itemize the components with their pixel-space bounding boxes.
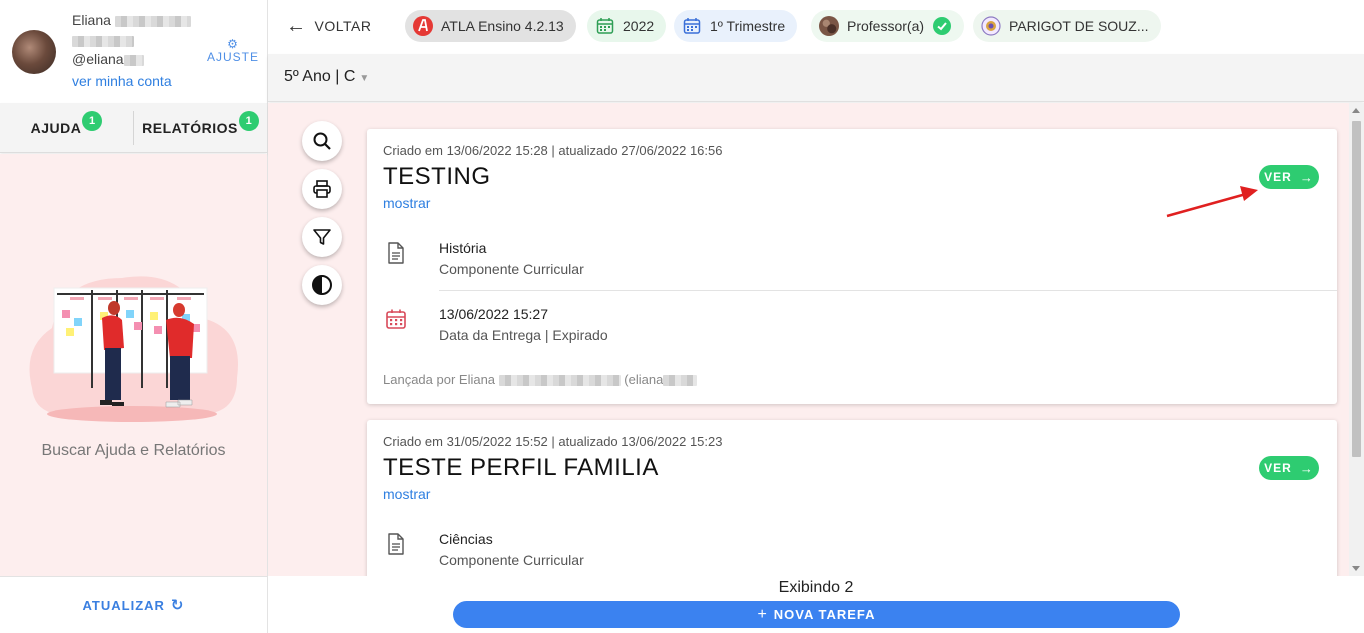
view-label: VER [1264,170,1292,184]
refresh-button[interactable]: ATUALIZAR ↻ [0,576,267,633]
help-area: Buscar Ajuda e Relatórios [0,154,267,576]
filter-icon [313,229,331,245]
due-date-row: 13/06/2022 15:27 Data da Entrega | Expir… [383,298,1323,358]
arrow-left-icon: ← [286,14,307,37]
search-icon [313,132,331,150]
sidebar-tabs: AJUDA 1 RELATÓRIOS 1 [0,103,267,153]
calendar-icon [595,16,615,36]
task-meta: Criado em 13/06/2022 15:28 | atualizado … [383,143,723,158]
tab-reports-label: RELATÓRIOS [142,120,238,136]
arrow-right-icon: → [1299,460,1314,476]
tab-reports[interactable]: RELATÓRIOS 1 [134,103,267,153]
tab-help-label: AJUDA [30,120,82,136]
redacted-author [498,375,621,387]
task-title: TESTING [383,163,491,190]
year-chip[interactable]: 2022 [587,10,667,42]
view-task-button[interactable]: VER → [1259,456,1319,480]
sidebar: Eliana @eliana ver minha conta ⚙ AJUSTE … [0,0,268,633]
settings-button[interactable]: ⚙ AJUSTE [206,38,260,64]
avatar[interactable] [12,30,56,74]
redacted-line [72,33,134,51]
footer: Exibindo 2 + NOVA TAREFA [268,576,1364,633]
view-label: VER [1264,461,1292,475]
school-label: PARIGOT DE SOUZ... [1009,18,1149,34]
posted-user: (eliana [624,372,664,387]
due-status: Data da Entrega | Expirado [439,327,608,343]
atla-logo-icon [413,16,433,36]
subject-row: Ciências Componente Curricular [383,523,1323,576]
scroll-down-icon[interactable] [1352,566,1360,571]
check-circle-icon [932,16,952,36]
show-more-link[interactable]: mostrar [383,195,430,211]
refresh-label: ATUALIZAR [82,597,165,613]
task-list-area: Criado em 13/06/2022 15:28 | atualizado … [268,103,1349,576]
calendar-icon [383,306,409,332]
profile-name: Eliana [72,12,111,28]
plus-icon: + [757,605,768,623]
top-bar: ← VOLTAR ATLA Ensino 4.2.13 2022 1º Trim… [268,0,1364,54]
user-avatar-icon [819,16,839,36]
school-chip[interactable]: PARIGOT DE SOUZ... [973,10,1161,42]
gear-icon: ⚙ [227,37,239,51]
print-icon [313,180,331,198]
reports-badge: 1 [238,111,259,131]
term-chip[interactable]: 1º Trimestre [674,10,798,42]
subject-name: História [439,240,487,256]
term-label: 1º Trimestre [710,18,786,34]
task-title: TESTE PERFIL FAMILIA [383,454,659,481]
scroll-up-icon[interactable] [1352,108,1360,113]
filter-button[interactable] [302,217,342,257]
class-selector-label: 5º Ano | C [284,68,356,85]
result-count: Exibindo 2 [778,579,854,596]
subject-row: História Componente Curricular [383,232,1323,292]
app-version-label: ATLA Ensino 4.2.13 [441,18,564,34]
document-icon [383,240,409,266]
scrollbar-thumb[interactable] [1352,121,1361,457]
search-button[interactable] [302,121,342,161]
scrollbar[interactable] [1349,103,1364,576]
role-chip[interactable]: Professor(a) [811,10,965,42]
class-bar: 5º Ano | C ▼ [268,54,1364,102]
print-button[interactable] [302,169,342,209]
show-more-link[interactable]: mostrar [383,486,430,502]
profile-username: @eliana [72,51,124,67]
task-card: Criado em 13/06/2022 15:28 | atualizado … [367,129,1337,404]
subject-label: Componente Curricular [439,261,584,277]
new-task-button[interactable]: + NOVA TAREFA [453,601,1180,628]
redacted-surname [114,15,191,27]
back-label: VOLTAR [314,18,372,34]
view-task-button[interactable]: VER → [1259,165,1319,189]
calendar-icon [682,16,702,36]
task-card: Criado em 31/05/2022 15:52 | atualizado … [367,420,1337,576]
task-meta: Criado em 31/05/2022 15:52 | atualizado … [383,434,723,449]
new-task-label: NOVA TAREFA [773,607,876,622]
settings-label: AJUSTE [206,50,259,64]
year-label: 2022 [623,18,655,34]
due-date: 13/06/2022 15:27 [439,306,548,322]
posted-by-label: Lançada por Eliana [383,372,496,387]
class-selector[interactable]: 5º Ano | C ▼ [284,68,369,86]
arrow-right-icon: → [1299,169,1314,185]
account-link[interactable]: ver minha conta [72,73,172,89]
school-logo-icon [981,16,1001,36]
subject-label: Componente Curricular [439,552,584,568]
caret-down-icon: ▼ [359,73,370,84]
profile-panel: Eliana @eliana ver minha conta ⚙ AJUSTE [0,0,267,103]
refresh-icon: ↻ [170,597,185,614]
contrast-button[interactable] [302,265,342,305]
subject-name: Ciências [439,531,493,547]
tab-help[interactable]: AJUDA 1 [0,103,133,153]
document-icon [383,531,409,557]
help-illustration [29,276,238,422]
contrast-icon [312,275,332,295]
help-caption: Buscar Ajuda e Relatórios [41,442,226,459]
back-button[interactable]: ← VOLTAR [286,14,371,38]
row-divider [439,290,1337,291]
help-badge: 1 [82,111,103,131]
app-version-chip[interactable]: ATLA Ensino 4.2.13 [405,10,576,42]
posted-by: Lançada por Eliana (eliana [383,372,698,387]
role-label: Professor(a) [847,18,925,34]
